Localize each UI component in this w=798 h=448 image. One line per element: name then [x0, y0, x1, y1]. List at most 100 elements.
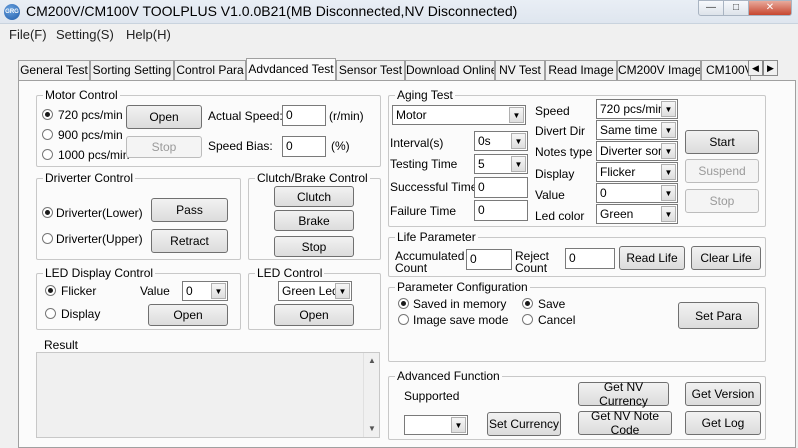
supported-label: Supported [404, 389, 460, 403]
driverter-lower-radio[interactable] [42, 207, 53, 218]
close-icon[interactable]: ✕ [748, 0, 792, 16]
tab-download-online[interactable]: Download Online [405, 60, 495, 80]
notes-type-select[interactable]: Diverter sort ▼ [596, 141, 678, 161]
aging-suspend-button[interactable]: Suspend [685, 159, 759, 183]
speed-1000-label: 1000 pcs/min [58, 148, 130, 162]
led-control-open-button[interactable]: Open [274, 304, 354, 326]
aging-value-select[interactable]: 0 ▼ [596, 183, 678, 203]
motor-open-button[interactable]: Open [126, 105, 202, 129]
accumulated-count-field[interactable]: 0 [466, 249, 512, 270]
display-label: Display [61, 307, 101, 321]
led-value-select[interactable]: 0 ▼ [182, 281, 228, 301]
set-para-button[interactable]: Set Para [678, 302, 759, 329]
aging-led-color-text: Green [600, 207, 634, 221]
clear-life-button[interactable]: Clear Life [691, 246, 761, 270]
retract-button[interactable]: Retract [151, 229, 228, 253]
actual-speed-field[interactable]: 0 [282, 105, 326, 126]
aging-led-color-select[interactable]: Green ▼ [596, 204, 678, 224]
speed-900-label: 900 pcs/min [58, 128, 123, 142]
read-life-button[interactable]: Read Life [619, 246, 685, 270]
successful-time-field[interactable]: 0 [474, 177, 528, 198]
tab-nv-test[interactable]: NV Test [495, 60, 545, 80]
clutch-stop-button[interactable]: Stop [274, 236, 354, 257]
speed-1000-radio[interactable] [42, 149, 53, 160]
get-nv-note-code-button[interactable]: Get NV Note Code [578, 409, 672, 437]
divert-dir-select[interactable]: Same time ▼ [596, 120, 678, 140]
aging-start-button[interactable]: Start [685, 130, 759, 154]
driverter-upper-radio[interactable] [42, 233, 53, 244]
speed-720-radio[interactable] [42, 109, 53, 120]
tab-control-para[interactable]: Control Para [174, 60, 246, 80]
aging-value-text: 0 [600, 186, 607, 200]
chevron-down-icon: ▼ [661, 101, 676, 117]
reject-label-line2: Count [515, 261, 548, 275]
tab-sorting-setting[interactable]: Sorting Setting [90, 60, 174, 80]
testing-time-select[interactable]: 5 ▼ [474, 154, 528, 174]
chevron-down-icon: ▼ [511, 133, 526, 149]
tab-cm100v-image[interactable]: CM100V I [701, 60, 751, 80]
aging-speed-select[interactable]: 720 pcs/min ▼ [596, 99, 678, 119]
led-color-text: Green Led [282, 284, 339, 298]
tab-read-image[interactable]: Read Image [545, 60, 617, 80]
aging-stop-button[interactable]: Stop [685, 189, 759, 213]
chevron-down-icon: ▼ [661, 185, 676, 201]
divert-dir-label: Divert Dir [535, 124, 585, 138]
brake-button[interactable]: Brake [274, 210, 354, 231]
menu-help[interactable]: Help(H) [126, 27, 171, 42]
chevron-down-icon: ▼ [509, 107, 524, 123]
save-radio[interactable] [522, 298, 533, 309]
failure-time-field[interactable]: 0 [474, 200, 528, 221]
display-type-text: Flicker [600, 165, 636, 179]
display-radio[interactable] [45, 308, 56, 319]
image-save-mode-radio[interactable] [398, 314, 409, 325]
result-textarea[interactable]: ▲ ▼ [36, 352, 380, 438]
result-title: Result [42, 338, 81, 352]
chevron-down-icon: ▼ [451, 417, 466, 433]
result-scrollbar[interactable]: ▲ ▼ [363, 353, 379, 437]
tab-scroll-right-icon[interactable]: ▶ [763, 60, 778, 76]
scroll-down-icon[interactable]: ▼ [364, 421, 380, 437]
reject-count-field[interactable]: 0 [565, 248, 615, 269]
tab-sensor-test[interactable]: Sensor Test [336, 60, 405, 80]
set-currency-button[interactable]: Set Currency [487, 412, 561, 436]
driverter-lower-label: Driverter(Lower) [56, 206, 143, 220]
scroll-up-icon[interactable]: ▲ [364, 353, 380, 369]
get-version-button[interactable]: Get Version [685, 382, 761, 406]
led-color-select[interactable]: Green Led ▼ [278, 281, 352, 301]
menu-file[interactable]: File(F) [9, 27, 47, 42]
advanced-function-title: Advanced Function [395, 369, 502, 383]
clutch-button[interactable]: Clutch [274, 186, 354, 207]
motor-stop-button[interactable]: Stop [126, 136, 202, 158]
chevron-down-icon: ▼ [211, 283, 226, 299]
speed-bias-field[interactable]: 0 [282, 136, 326, 157]
tab-cm200v-image[interactable]: CM200V Image [617, 60, 701, 80]
display-type-select[interactable]: Flicker ▼ [596, 162, 678, 182]
flicker-radio[interactable] [45, 285, 56, 296]
driverter-upper-label: Driverter(Upper) [56, 232, 143, 246]
tab-scroll-left-icon[interactable]: ◀ [748, 60, 763, 76]
driverter-control-title: Driverter Control [43, 171, 136, 185]
get-log-button[interactable]: Get Log [685, 411, 761, 435]
cancel-radio[interactable] [522, 314, 533, 325]
actual-speed-unit: (r/min) [329, 109, 364, 123]
interval-select[interactable]: 0s ▼ [474, 131, 528, 151]
aging-type-select[interactable]: Motor ▼ [392, 105, 526, 125]
led-display-open-button[interactable]: Open [148, 304, 228, 326]
minimize-icon[interactable]: — [698, 0, 724, 16]
menu-setting[interactable]: Setting(S) [56, 27, 114, 42]
chevron-down-icon: ▼ [661, 122, 676, 138]
parameter-config-title: Parameter Configuration [395, 280, 530, 294]
saved-in-memory-label: Saved in memory [413, 297, 507, 311]
menu-bar: File(F) Setting(S) Help(H) [0, 24, 798, 44]
chevron-down-icon: ▼ [661, 206, 676, 222]
tab-advanced-test[interactable]: Advdanced Test [246, 58, 336, 80]
speed-900-radio[interactable] [42, 129, 53, 140]
saved-in-memory-radio[interactable] [398, 298, 409, 309]
get-nv-currency-button[interactable]: Get NV Currency [578, 380, 669, 408]
maximize-icon[interactable]: □ [723, 0, 749, 16]
supported-currency-select[interactable]: ▼ [404, 415, 468, 435]
actual-speed-label: Actual Speed: [208, 109, 283, 123]
pass-button[interactable]: Pass [151, 198, 228, 222]
tab-general-test[interactable]: General Test [18, 60, 90, 80]
aging-test-title: Aging Test [395, 88, 455, 102]
